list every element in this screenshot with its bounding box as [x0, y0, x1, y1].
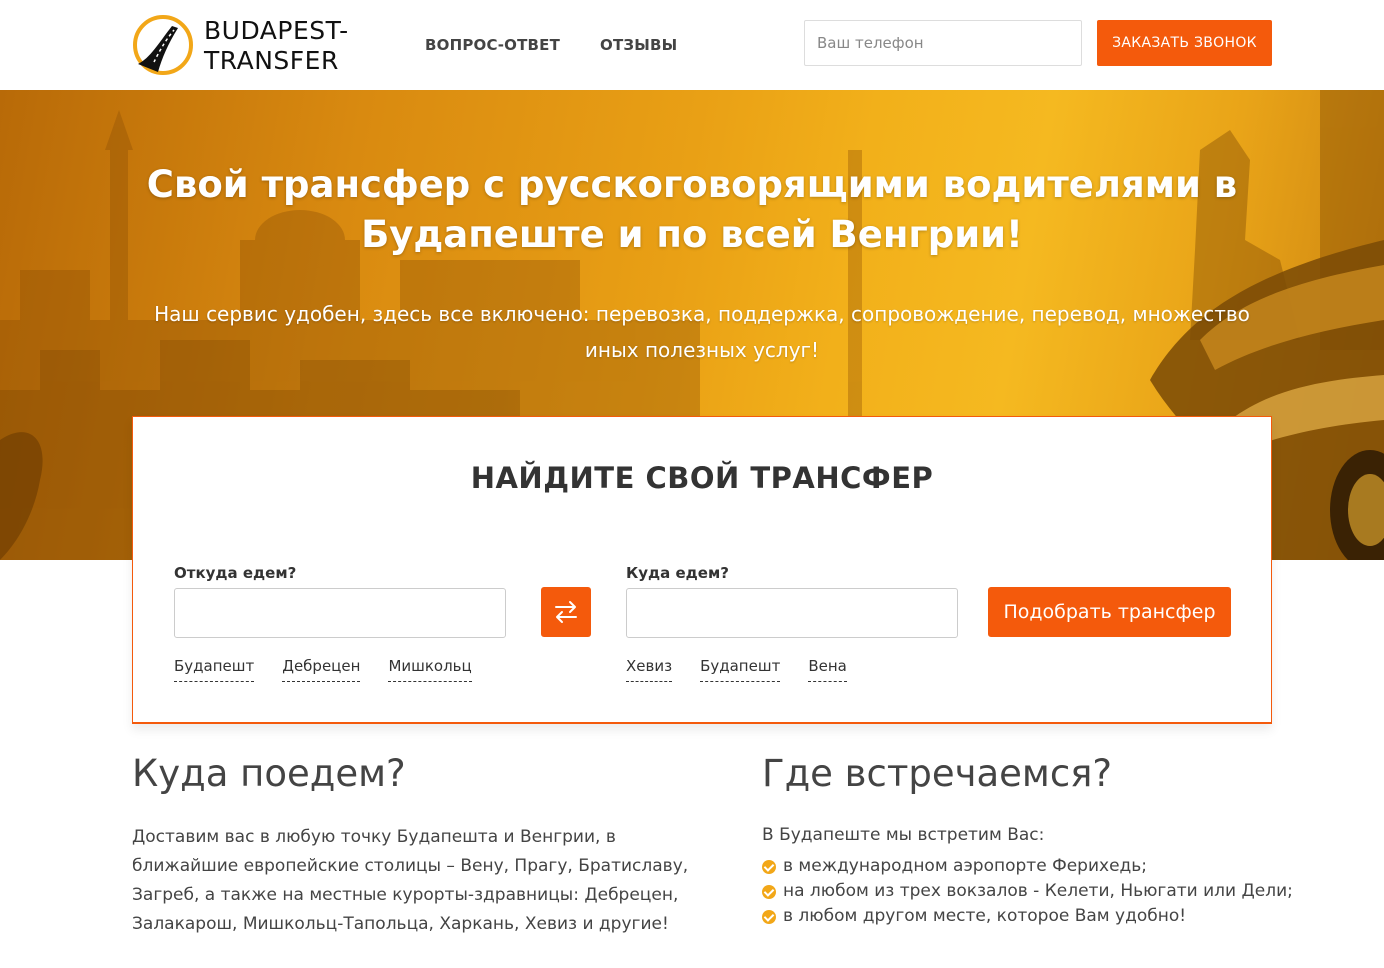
meeting-points-list: в международном аэропорте Ферихедь; на л…	[762, 854, 1293, 929]
order-call-button[interactable]: ЗАКАЗАТЬ ЗВОНОК	[1097, 20, 1272, 66]
destinations-text: Доставим вас в любую точку Будапешта и В…	[132, 827, 689, 934]
hero-title: Свой трансфер с русскоговорящими водител…	[146, 163, 1238, 256]
to-label: Куда едем?	[626, 564, 729, 582]
to-quick-vienna[interactable]: Вена	[808, 657, 847, 682]
destinations-title: Куда поедем?	[132, 752, 406, 795]
meeting-title: Где встречаемся?	[762, 752, 1113, 795]
swap-direction-button[interactable]	[541, 587, 591, 637]
find-transfer-button[interactable]: Подобрать трансфер	[988, 587, 1231, 637]
phone-input[interactable]	[804, 20, 1082, 66]
meeting-point-airport: в международном аэропорте Ферихедь;	[783, 856, 1148, 876]
list-item: на любом из трех вокзалов - Келети, Ньюг…	[762, 879, 1293, 904]
hero-subtitle: Наш сервис удобен, здесь все включено: п…	[154, 302, 1250, 362]
check-icon	[762, 859, 776, 874]
check-icon	[762, 884, 776, 899]
nav-faq[interactable]: ВОПРОС-ОТВЕТ	[425, 36, 560, 54]
main-nav: ВОПРОС-ОТВЕТ ОТЗЫВЫ	[425, 36, 677, 54]
logo-text: BUDAPEST- TRANSFER	[204, 16, 349, 76]
logo[interactable]: BUDAPEST- TRANSFER	[132, 14, 362, 78]
swap-arrows-icon	[555, 601, 577, 623]
list-item: в международном аэропорте Ферихедь;	[762, 854, 1293, 879]
check-icon	[762, 909, 776, 924]
meeting-point-stations: на любом из трех вокзалов - Келети, Ньюг…	[783, 881, 1293, 901]
to-quick-heviz[interactable]: Хевиз	[626, 657, 673, 682]
from-quick-debrecen[interactable]: Дебрецен	[282, 657, 361, 682]
from-input[interactable]	[174, 588, 506, 638]
search-title: НАЙДИТЕ СВОЙ ТРАНСФЕР	[470, 461, 934, 495]
nav-reviews[interactable]: ОТЗЫВЫ	[600, 36, 677, 54]
meeting-point-anywhere: в любом другом месте, которое Вам удобно…	[783, 906, 1187, 926]
logo-line-2: TRANSFER	[204, 46, 339, 75]
to-quick-links: Хевиз Будапешт Вена	[626, 657, 875, 682]
to-quick-budapest[interactable]: Будапешт	[700, 657, 781, 682]
road-logo-icon	[133, 15, 193, 75]
from-quick-links: Будапешт Дебрецен Мишкольц	[174, 657, 500, 682]
logo-line-1: BUDAPEST-	[204, 16, 349, 45]
from-quick-miskolc[interactable]: Мишкольц	[388, 657, 472, 682]
list-item: в любом другом месте, которое Вам удобно…	[762, 904, 1293, 929]
from-quick-budapest[interactable]: Будапешт	[174, 657, 255, 682]
transfer-search-card: НАЙДИТЕ СВОЙ ТРАНСФЕР Откуда едем? Куда …	[132, 416, 1272, 724]
from-label: Откуда едем?	[174, 564, 297, 582]
site-header: BUDAPEST- TRANSFER ВОПРОС-ОТВЕТ ОТЗЫВЫ З…	[0, 0, 1384, 90]
to-input[interactable]	[626, 588, 958, 638]
meeting-intro: В Будапеште мы встретим Вас:	[762, 825, 1045, 845]
